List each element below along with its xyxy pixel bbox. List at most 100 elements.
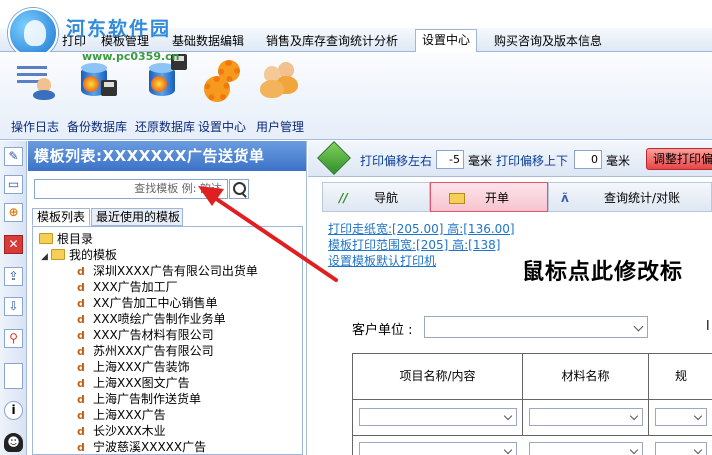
tree-item[interactable]: d XXX喷绘广告制作业务单 — [77, 311, 226, 327]
tree-item-label: XXX广告加工厂 — [93, 280, 178, 294]
menu-tab-purchase-info[interactable]: 购买咨询及版本信息 — [488, 31, 608, 52]
item-name-combo[interactable] — [359, 442, 517, 455]
qq-icon[interactable]: ☻ — [4, 433, 23, 452]
material-combo[interactable] — [529, 408, 643, 426]
add-icon[interactable]: ⊕ — [4, 203, 23, 222]
truncated-label: l — [706, 319, 710, 334]
pin-icon[interactable]: ⚲ — [4, 329, 23, 348]
nav-diamond-icon[interactable] — [317, 141, 351, 175]
user-management-label: 用户管理 — [255, 120, 305, 134]
tree-item[interactable]: d 上海XXX广告 — [77, 407, 166, 423]
tree-my-templates[interactable]: ◢ 我的模板 — [41, 247, 117, 263]
spec-input[interactable] — [655, 408, 707, 426]
tree-item[interactable]: d XXX广告加工厂 — [77, 279, 178, 295]
export-icon[interactable]: ⇪ — [4, 267, 23, 286]
people-icon: ʌ̃ — [561, 191, 569, 205]
tree-item-label: XX广告加工中心销售单 — [93, 296, 218, 310]
tree-item-label: 宁波慈溪XXXXX广告 — [93, 440, 207, 454]
page-icon[interactable] — [4, 363, 23, 389]
column-header-spec: 规 — [649, 354, 712, 400]
spec-input[interactable] — [655, 442, 707, 455]
template-info-links: 打印走纸宽:[205.00] 高:[136.00] 模板打印范围宽:[205] … — [328, 221, 515, 269]
settings-center-button[interactable]: 设置中心 — [198, 56, 246, 134]
template-panel-title: 模板列表:XXXXXXX广告送货单 — [28, 141, 306, 171]
tree-item-label: 上海XXX广告 — [93, 408, 166, 422]
operation-log-label: 操作日志 — [10, 120, 60, 134]
template-tree: 根目录 ◢ 我的模板 d 深圳XXXX广告有限公司出货单 d XXX广告加工厂 d XX… — [32, 226, 303, 455]
template-doc-icon: d — [77, 345, 85, 358]
settings-center-label: 设置中心 — [197, 120, 247, 134]
log-icon — [15, 56, 55, 100]
offset-ud-input[interactable]: 0 — [574, 150, 602, 169]
tree-item-label: 上海XXX广告装饰 — [93, 360, 190, 374]
template-doc-icon: d — [77, 409, 85, 422]
print-offset-toolbar: 打印偏移左右 -5 毫米 打印偏移上下 0 毫米 调整打印偏 — [308, 141, 712, 177]
user-management-button[interactable]: 用户管理 — [256, 56, 304, 134]
function-tabs: // 导航 开单 ʌ̃ 查询统计/对账 — [322, 182, 712, 212]
delete-icon[interactable]: ✕ — [4, 235, 23, 254]
template-search-input[interactable]: 查找模板 例: 韵达 — [34, 179, 228, 199]
monitor-icon[interactable]: ▭ — [4, 175, 23, 194]
tab-query-stats[interactable]: ʌ̃ 查询统计/对账 — [548, 182, 712, 212]
template-doc-icon: d — [77, 329, 85, 342]
item-name-combo[interactable] — [359, 408, 517, 426]
print-range-link[interactable]: 模板打印范围宽:[205] 高:[138] — [328, 237, 515, 253]
tree-item[interactable]: d 长沙XXX木业 — [77, 423, 166, 439]
tree-my-templates-label: 我的模板 — [69, 248, 118, 262]
tab-template-list[interactable]: 模板列表 — [32, 208, 90, 226]
info-icon[interactable]: i — [4, 401, 23, 420]
tree-item[interactable]: d 苏州XXX广告有限公司 — [77, 343, 214, 359]
template-doc-icon: d — [77, 281, 85, 294]
tree-item-label: 深圳XXXX广告有限公司出货单 — [93, 264, 258, 278]
tree-item-label: XXX广告材料有限公司 — [93, 328, 214, 342]
restore-database-button[interactable]: 还原数据库 — [135, 54, 195, 134]
tree-item-label: 苏州XXX广告有限公司 — [93, 344, 214, 358]
tree-item[interactable]: d XX广告加工中心销售单 — [77, 295, 217, 311]
tree-item-label: 长沙XXX木业 — [93, 424, 166, 438]
tab-recent-templates[interactable]: 最近使用的模板 — [91, 208, 183, 226]
tree-item[interactable]: d 深圳XXXX广告有限公司出货单 — [77, 263, 258, 279]
customer-label: 客户单位 : — [352, 323, 413, 338]
order-grid: 项目名称/内容 材料名称 规 — [352, 353, 712, 455]
unit-mm-label: 毫米 — [468, 154, 493, 168]
tree-item[interactable]: d 上海广告制作送货单 — [77, 391, 201, 407]
backup-database-label: 备份数据库 — [66, 120, 128, 134]
customer-select[interactable] — [424, 316, 648, 338]
import-icon[interactable]: ⇩ — [4, 297, 23, 316]
tree-item-label: 上海XXX图文广告 — [93, 376, 190, 390]
template-doc-icon: d — [77, 313, 85, 326]
gears-icon — [202, 56, 242, 102]
template-doc-icon: d — [77, 393, 85, 406]
nav-slash-icon: // — [339, 191, 348, 205]
tree-item[interactable]: d XXX广告材料有限公司 — [77, 327, 214, 343]
paper-size-link[interactable]: 打印走纸宽:[205.00] 高:[136.00] — [328, 221, 515, 237]
tree-item[interactable]: d 上海XXX图文广告 — [77, 375, 190, 391]
template-doc-icon: d — [77, 265, 85, 278]
template-panel: 模板列表:XXXXXXX广告送货单 查找模板 例: 韵达 模板列表 最近使用的模… — [28, 141, 307, 455]
tree-root[interactable]: 根目录 — [39, 231, 93, 247]
default-printer-link[interactable]: 设置模板默认打印机 — [328, 253, 515, 269]
tab-navigation[interactable]: // 导航 — [322, 182, 430, 212]
operation-log-button[interactable]: 操作日志 — [10, 56, 60, 134]
menu-tab-sales-stock[interactable]: 销售及库存查询统计分析 — [260, 31, 404, 52]
tree-item[interactable]: d 上海XXX广告装饰 — [77, 359, 190, 375]
column-header-item-label: 项目名称/内容 — [399, 369, 476, 383]
tree-item[interactable]: d 宁波慈溪XXXXX广告 — [77, 439, 207, 454]
template-doc-icon: d — [77, 361, 85, 374]
backup-database-button[interactable]: 备份数据库 — [67, 56, 127, 134]
form-title[interactable]: 鼠标点此修改标 — [522, 254, 683, 286]
menu-tab-settings[interactable]: 设置中心 — [415, 29, 478, 53]
edit-icon[interactable]: ✎ — [4, 147, 23, 166]
search-icon[interactable] — [229, 179, 249, 199]
template-doc-icon: d — [77, 425, 85, 438]
watermark-url: www.pc0359.cn — [82, 50, 180, 63]
material-combo[interactable] — [529, 442, 643, 455]
folder-icon — [51, 249, 65, 260]
chevron-down-icon[interactable]: ◢ — [41, 249, 51, 265]
menu-tab-basic-data[interactable]: 基础数据编辑 — [166, 31, 250, 52]
adjust-print-offset-button[interactable]: 调整打印偏 — [646, 148, 712, 170]
unit-mm-label: 毫米 — [606, 154, 631, 168]
tab-create-order[interactable]: 开单 — [430, 182, 548, 212]
tab-query-stats-label: 查询统计/对账 — [603, 191, 681, 205]
offset-lr-input[interactable]: -5 — [436, 150, 464, 169]
